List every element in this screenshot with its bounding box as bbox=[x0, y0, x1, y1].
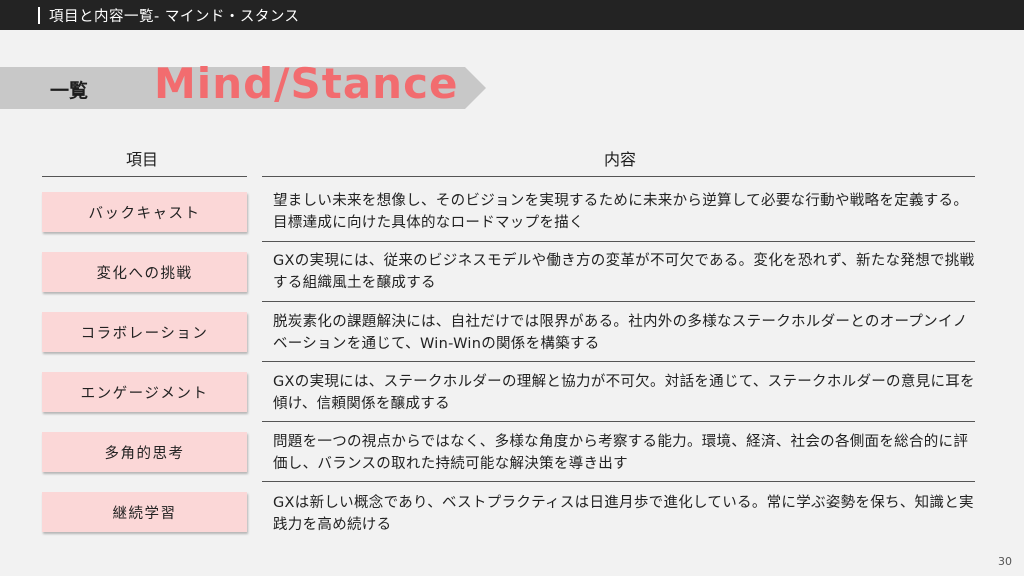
row-divider bbox=[262, 361, 975, 362]
title-marker bbox=[38, 6, 40, 24]
row-label-change: 変化への挑戦 bbox=[42, 252, 247, 292]
top-bar: 項目と内容一覧- マインド・スタンス bbox=[0, 0, 1024, 30]
page-number: 30 bbox=[998, 555, 1012, 568]
row-divider bbox=[262, 241, 975, 242]
item-header-rule bbox=[42, 176, 247, 177]
title-banner: 一覧 Mind/Stance bbox=[0, 59, 486, 109]
row-label-collaboration: コラボレーション bbox=[42, 312, 247, 352]
column-header-content: 内容 bbox=[604, 150, 637, 169]
row-text-engagement: GXの実現には、ステークホルダーの理解と協力が不可欠。対話を通じて、ステークホル… bbox=[273, 374, 975, 412]
row-divider bbox=[262, 421, 975, 422]
row-divider bbox=[262, 301, 975, 302]
banner-label: 一覧 bbox=[50, 80, 89, 102]
banner-big-title: Mind/Stance bbox=[154, 59, 459, 108]
row-divider bbox=[262, 481, 975, 482]
row-text-multi-perspective: 問題を一つの視点からではなく、多様な角度から考察する能力。環境、経済、社会の各側… bbox=[273, 434, 969, 472]
row-text-continuous-learning: GXは新しい概念であり、ベストプラクティスは日進月歩で進化している。常に学ぶ姿勢… bbox=[273, 495, 974, 533]
row-label-backcast: バックキャスト bbox=[42, 192, 247, 232]
content-header-rule bbox=[262, 176, 975, 177]
row-label-continuous-learning: 継続学習 bbox=[42, 492, 247, 532]
row-text-backcast: 望ましい未来を想像し、そのビジョンを実現するために未来から逆算して必要な行動や戦… bbox=[273, 193, 969, 231]
row-label-engagement: エンゲージメント bbox=[42, 372, 247, 412]
column-header-item: 項目 bbox=[126, 150, 159, 169]
row-label-multi-perspective: 多角的思考 bbox=[42, 432, 247, 472]
row-text-change: GXの実現には、従来のビジネスモデルや働き方の変革が不可欠である。変化を恐れず、… bbox=[273, 253, 975, 291]
row-text-collaboration: 脱炭素化の課題解決には、自社だけでは限界がある。社内外の多様なステークホルダーと… bbox=[273, 314, 968, 352]
slide-header-title: 項目と内容一覧- マインド・スタンス bbox=[49, 8, 300, 25]
